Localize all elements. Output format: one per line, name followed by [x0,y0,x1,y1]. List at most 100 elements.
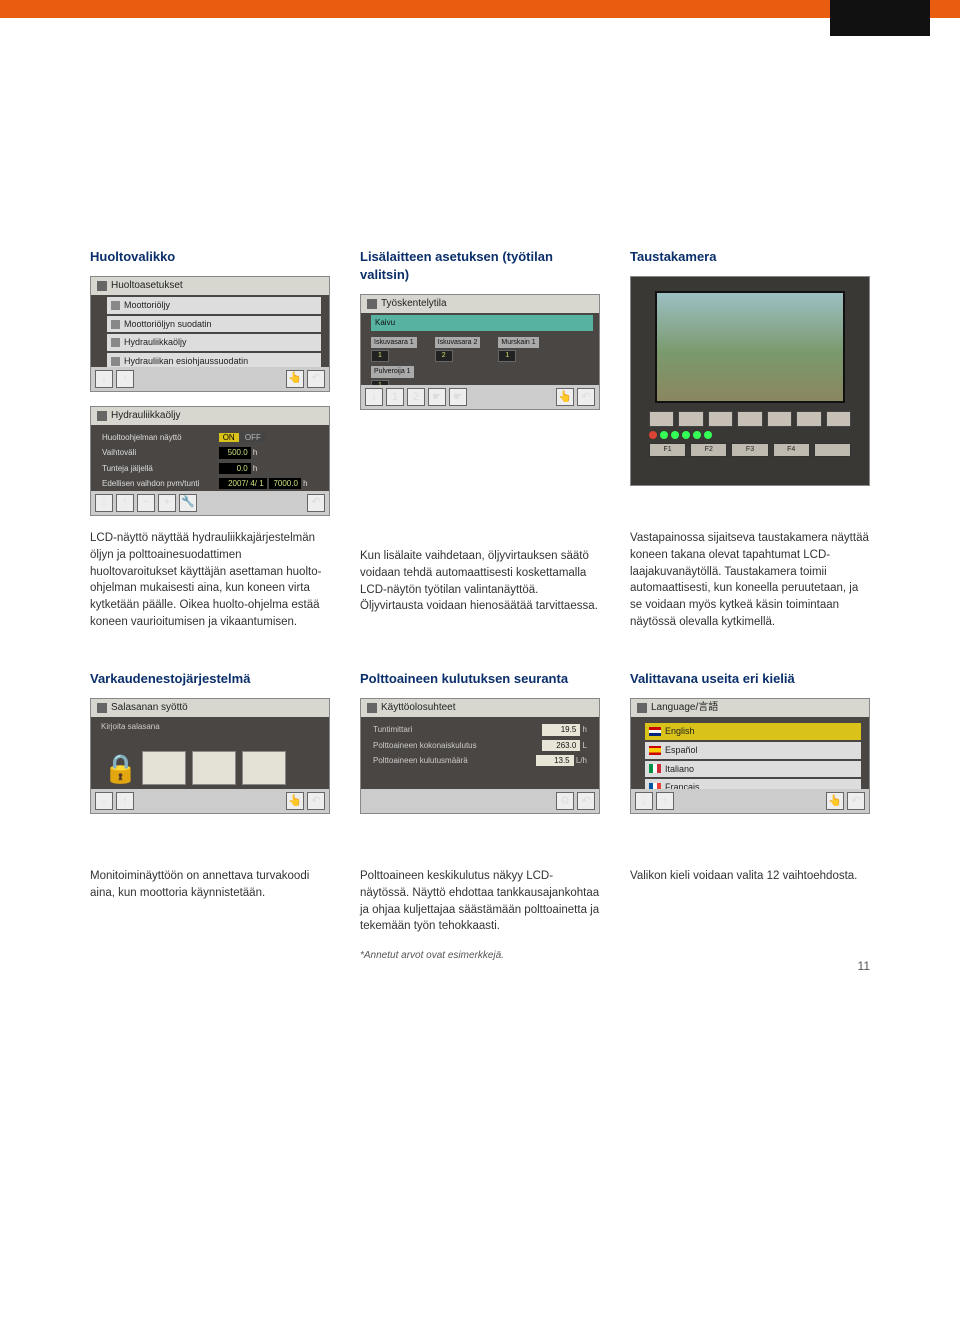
footer-icon-row: ⚙ ↶ [361,789,599,813]
shot-title: Käyttöolosuhteet [381,701,456,715]
password-boxes [142,751,286,785]
flag-it-icon [649,764,661,773]
heading-taustakamera: Taustakamera [630,248,870,266]
titlebar: Huoltoasetukset [91,277,329,295]
footer-icon-row: ↓ ↑ 👆 ↶ [631,789,869,813]
shot-title: Salasanan syöttö [111,701,188,715]
row2-grid: Varkaudenestojärjestelmä Salasanan syött… [90,670,870,963]
fuel-table: Tuntimittari19.5 h Polttoaineen kokonais… [369,721,591,769]
attachment-slots: Iskuvasara 11 Iskuvasara 22 Murskain 11 [371,337,589,363]
camera-fn-row: F1 F2 F3 F4 [649,443,851,457]
wrench-icon: 🔧 [179,494,197,512]
cell-polttoaine: Polttoaineen kulutuksen seuranta Käyttöo… [360,670,600,963]
shot-title: Huoltoasetukset [111,279,183,293]
attachment-icon [367,299,377,309]
cell-varkaudenesto: Varkaudenestojärjestelmä Salasanan syött… [90,670,330,963]
arrow-up-icon: ↑ [116,494,134,512]
value: 2007/ 4/ 1 [219,478,267,489]
footer-icon-row: ↓ 1 2 ☛ ☛ 👆 ↶ [361,385,599,409]
flag-en-icon [649,727,661,736]
screenshot-huoltoasetukset: Huoltoasetukset Moottoriöljy Moottoriölj… [90,276,330,392]
arrow-down-icon: ↓ [95,370,113,388]
body-text: Monitoiminäyttöön on annettava turvakood… [90,868,330,901]
fn-key: F2 [690,443,727,457]
cell-huoltovalikko: Huoltovalikko Huoltoasetukset Moottoriöl… [90,248,330,630]
flag-es-icon [649,746,661,755]
plus-icon: + [158,494,176,512]
page-number: 11 [858,958,870,975]
body-text: Kun lisälaite vaihdetaan, öljyvirtauksen… [360,548,600,615]
arrow-up-icon: ↑ [656,792,674,810]
footer-icon-row: ↓ ↑ − + 🔧 ↶ [91,491,329,515]
top-orange-bar [0,0,960,18]
body-text: Vastapainossa sijaitseva taustakamera nä… [630,530,870,630]
list-item: Moottoriöljyn suodatin [107,316,321,333]
screenshot-salasana: Salasanan syöttö Kirjoita salasana 🔒 ↓ ↑… [90,698,330,814]
screenshot-tyoskentelytila: Työskentelytila Kaivu Iskuvasara 11 Isku… [360,294,600,410]
return-icon: ↶ [847,792,865,810]
filter-icon [111,320,120,329]
settings-table: Huoltoohjelman näyttö ON OFF Vaihtoväli … [97,429,323,492]
touch-icon: 👆 [556,388,574,406]
arrow-down-icon: ↓ [365,388,383,406]
return-icon: ↶ [307,494,325,512]
return-icon: ↶ [307,792,325,810]
screenshot-rear-camera: F1 F2 F3 F4 [630,276,870,486]
camera-button [649,411,674,427]
titlebar: Language/言語 [631,699,869,717]
minus-icon: − [137,494,155,512]
value: 500.0 [219,447,251,458]
cell-taustakamera: Taustakamera F1 F2 F3 F4 Vastapaino [630,248,870,630]
arrow-down-icon: ↓ [95,792,113,810]
cell-lisalaitteen: Lisälaitteen asetuksen (työtilan valitsi… [360,248,600,630]
screenshot-language: Language/言語 English Español Italiano Fra… [630,698,870,814]
off-toggle: OFF [241,433,265,442]
footer-icon-row: ↓ ↑ 👆 ↶ [91,367,329,391]
body-text: LCD-näyttö näyttää hydrauliikkajärjestel… [90,530,330,630]
heading-huoltovalikko: Huoltovalikko [90,248,330,266]
gear-icon: ⚙ [556,792,574,810]
row1-grid: Huoltovalikko Huoltoasetukset Moottoriöl… [90,248,870,630]
key-icon [97,703,107,713]
return-icon: ↶ [577,792,595,810]
footnote: *Annetut arvot ovat esimerkkejä. [360,949,600,963]
heading-varkaudenesto: Varkaudenestojärjestelmä [90,670,330,688]
heading-polttoaine: Polttoaineen kulutuksen seuranta [360,670,600,688]
lang-item-english: English [645,723,861,740]
hydraulic-icon [111,338,120,347]
hydraulic-filter-icon [111,357,120,366]
touch-icon: 👆 [286,792,304,810]
selected-mode: Kaivu [371,315,593,330]
arrow-up-icon: ↑ [116,792,134,810]
num-icon: 1 [386,388,404,406]
body-text: Polttoaineen keskikulutus näkyy LCD-näyt… [360,868,600,935]
camera-leds [649,431,851,439]
camera-button-row [649,411,851,427]
return-icon: ↶ [577,388,595,406]
screenshot-hydrauliikkaoljy: Hydrauliikkaöljy Huoltoohjelman näyttö O… [90,406,330,516]
on-toggle: ON [219,433,239,442]
touch-icon: 👆 [826,792,844,810]
pw-digit [242,751,286,785]
page-body: Huoltovalikko Huoltoasetukset Moottoriöl… [0,18,960,993]
lang-item-espanol: Español [645,742,861,759]
hand-icon: ☛ [449,388,467,406]
fn-key: F4 [773,443,810,457]
heading-kielet: Valittavana useita eri kieliä [630,670,870,688]
wrench-icon [97,281,107,291]
pw-digit [192,751,236,785]
pw-digit [142,751,186,785]
lock-icon: 🔒 [103,749,138,788]
heading-lisalaitteen: Lisälaitteen asetuksen (työtilan valitsi… [360,248,600,284]
touch-icon: 👆 [286,370,304,388]
num-icon: 2 [407,388,425,406]
lang-item-italiano: Italiano [645,761,861,778]
fn-key: F1 [649,443,686,457]
titlebar: Salasanan syöttö [91,699,329,717]
footer-icon-row: ↓ ↑ 👆 ↶ [91,789,329,813]
list-item: Moottoriöljy [107,297,321,314]
value: 0.0 [219,463,251,474]
arrow-up-icon: ↑ [116,370,134,388]
shot-title: Työskentelytila [381,297,447,311]
titlebar: Hydrauliikkaöljy [91,407,329,425]
